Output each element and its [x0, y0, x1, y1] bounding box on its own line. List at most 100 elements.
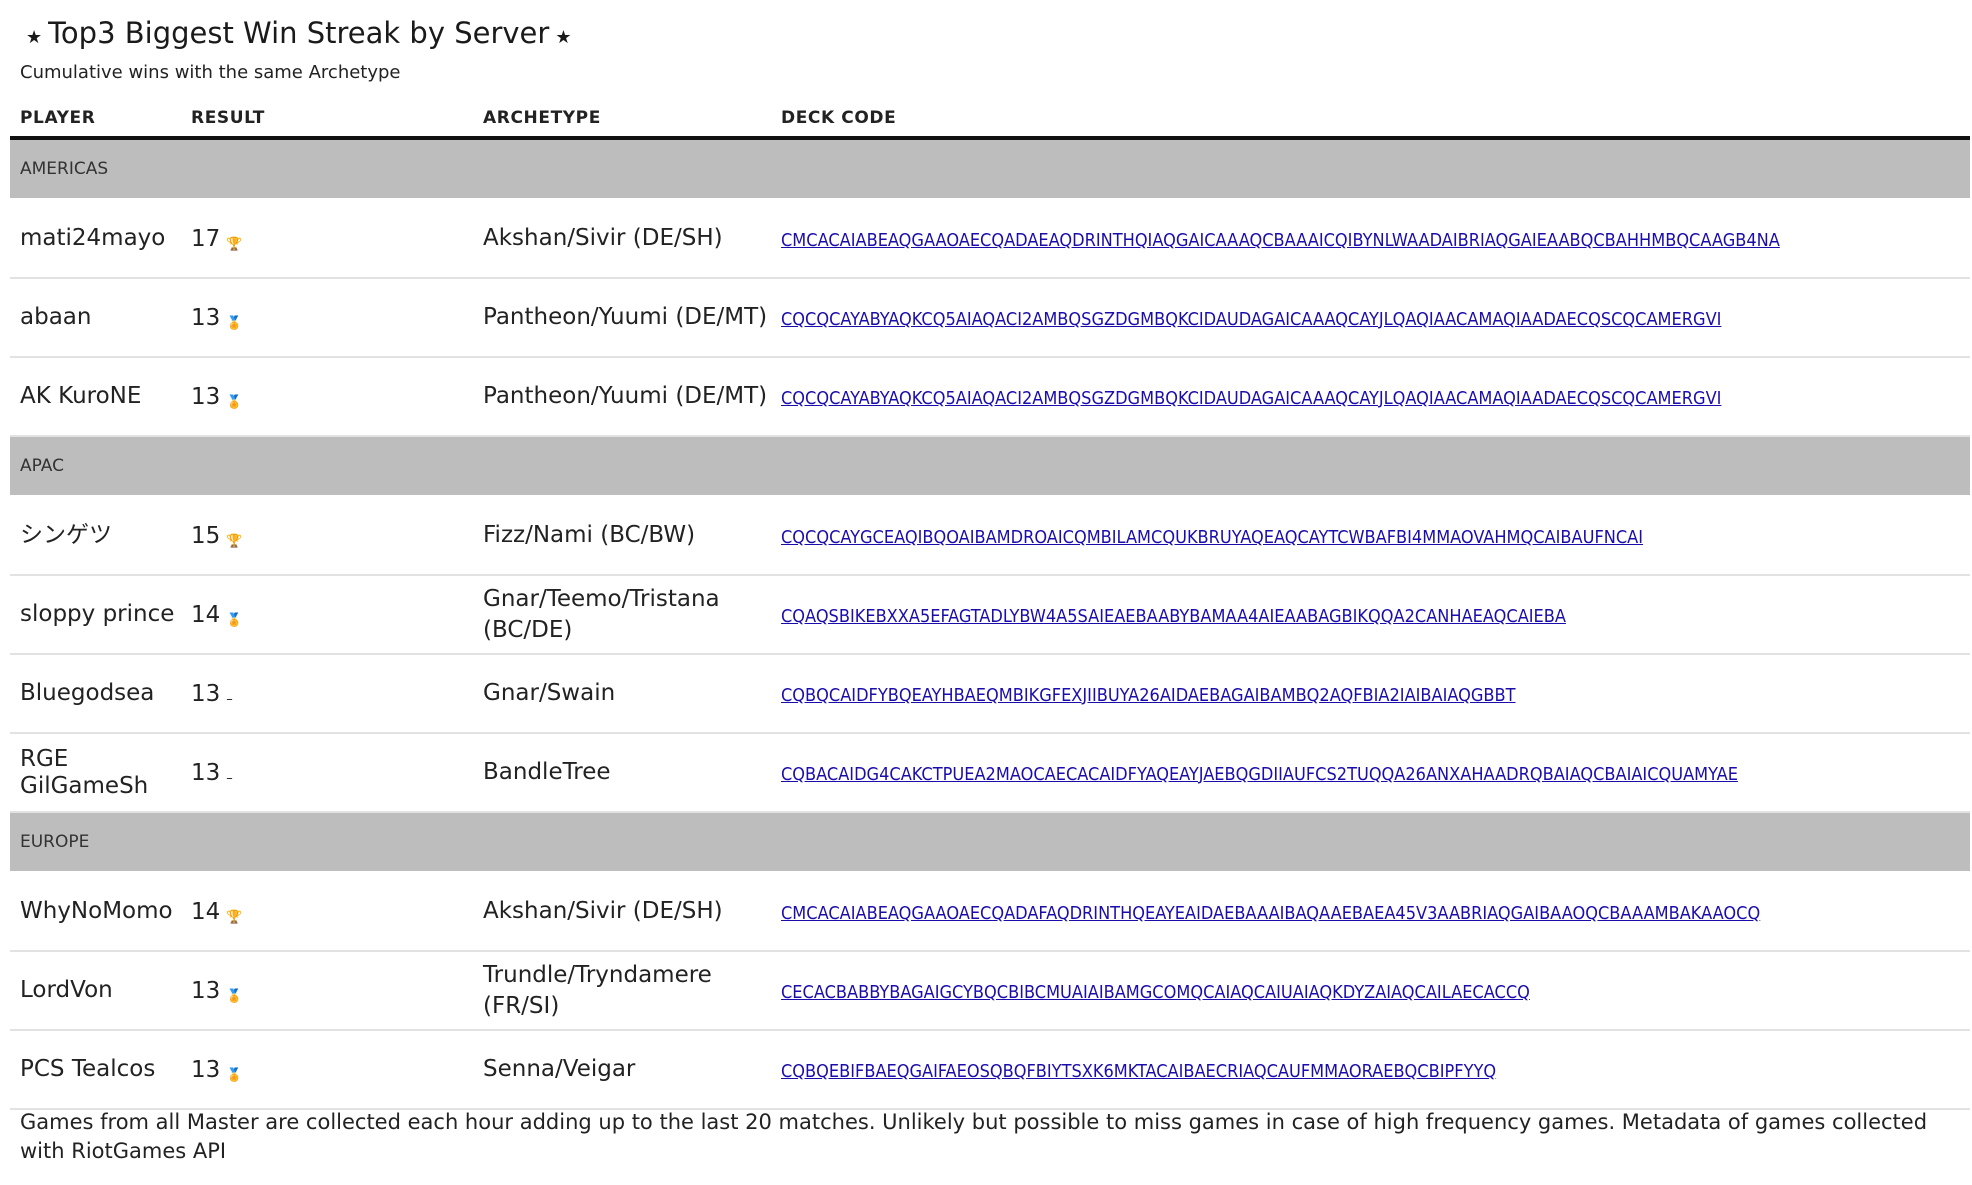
deck-code-cell: CQCQCAYABYAQKCQ5AIAQACI2AMBQSGZDGMBQKCID… — [771, 357, 1970, 437]
result-cell: 14 🏅 — [181, 575, 473, 655]
archetype-name: Akshan/Sivir (DE/SH) — [473, 199, 771, 279]
deck-code-link[interactable]: CMCACAIABEAQGAAOAECQADAEAQDRINTHQIAQGAIC… — [781, 230, 1780, 251]
server-group-row: EUROPE — [10, 812, 1970, 873]
player-name: mati24mayo — [10, 199, 181, 279]
result-value: 15 — [191, 522, 221, 549]
medal-icon: 🏅 — [226, 1067, 243, 1083]
column-header-archetype: ARCHETYPE — [473, 100, 771, 140]
result-cell: 13 🏅 — [181, 951, 473, 1031]
archetype-name: Pantheon/Yuumi (DE/MT) — [473, 357, 771, 437]
result-value: 13 — [191, 977, 221, 1004]
table-row: RGE GilGameSh 13– BandleTree CQBACAIDG4CAKC… — [10, 733, 1970, 813]
result-cell: 14 🏆 — [181, 872, 473, 952]
server-group-label: APAC — [10, 436, 1970, 497]
page: ★ Top3 Biggest Win Streak by Server ★ Cu… — [0, 0, 1972, 1185]
deck-code-cell: CMCACAIABEAQGAAOAECQADAEAQDRINTHQIAQGAIC… — [771, 199, 1970, 279]
star-icon: ★ — [555, 26, 572, 48]
table-row: abaan 13 🏅 Pantheon/Yuumi (DE/MT) CQCQCAYABY… — [10, 278, 1970, 358]
result-value: 14 — [191, 898, 221, 925]
page-title: Top3 Biggest Win Streak by Server — [48, 16, 550, 50]
deck-code-cell: CQCQCAYABYAQKCQ5AIAQACI2AMBQSGZDGMBQKCID… — [771, 278, 1970, 358]
player-name: WhyNoMomo — [10, 872, 181, 952]
result-value: 17 — [191, 225, 221, 252]
server-group-label: AMERICAS — [10, 138, 1970, 200]
server-group-label: EUROPE — [10, 812, 1970, 873]
result-value: 13 — [191, 304, 221, 331]
deck-code-cell: CMCACAIABEAQGAAOAECQADAFAQDRINTHQEAYEAID… — [771, 872, 1970, 952]
result-cell: 13– — [181, 733, 473, 813]
medal-icon: 🏅 — [226, 988, 243, 1004]
column-header-result: RESULT — [181, 100, 473, 140]
footer-note: Games from all Master are collected each… — [20, 1110, 1928, 1163]
table-row: PCS Tealcos 13 🏅 Senna/Veigar CQBQEBIFBAEQGA… — [10, 1030, 1970, 1110]
player-name: AK KuroNE — [10, 357, 181, 437]
server-group-row: APAC — [10, 436, 1970, 497]
deck-code-cell: CECACBABBYBAGAIGCYBQCBIBCMUAIAIBAMGCOMQC… — [771, 951, 1970, 1031]
result-value: 13 — [191, 1056, 221, 1083]
deck-code-link[interactable]: CQCQCAYABYAQKCQ5AIAQACI2AMBQSGZDGMBQKCID… — [781, 309, 1721, 330]
result-cell: 15 🏆 — [181, 496, 473, 576]
player-name: Bluegodsea — [10, 654, 181, 734]
deck-code-link[interactable]: CMCACAIABEAQGAAOAECQADAFAQDRINTHQEAYEAID… — [781, 903, 1760, 924]
column-header-deck-code: DECK CODE — [771, 100, 1970, 140]
dash-icon: – — [226, 770, 233, 786]
star-icon: ★ — [26, 26, 43, 48]
deck-code-link[interactable]: CECACBABBYBAGAIGCYBQCBIBCMUAIAIBAMGCOMQC… — [781, 982, 1530, 1003]
server-group-row: AMERICAS — [10, 138, 1970, 200]
deck-code-link[interactable]: CQBQEBIFBAEQGAIFAEOSQBQFBIYTSXK6MKTACAIB… — [781, 1061, 1496, 1082]
result-value: 13 — [191, 680, 221, 707]
medal-icon: 🏅 — [226, 315, 243, 331]
player-name: シンゲツ — [10, 496, 181, 576]
archetype-name: Senna/Veigar — [473, 1030, 771, 1110]
medal-icon: 🏅 — [226, 612, 243, 628]
table-row: WhyNoMomo 14 🏆 Akshan/Sivir (DE/SH) CMCACAIA… — [10, 872, 1970, 952]
deck-code-link[interactable]: CQCQCAYGCEAQIBQOAIBAMDROAICQMBILAMCQUKBR… — [781, 527, 1643, 548]
archetype-name: Trundle/Tryndamere (FR/SI) — [473, 951, 771, 1031]
result-value: 13 — [191, 759, 221, 786]
result-cell: 13– — [181, 654, 473, 734]
table-row: Bluegodsea 13– Gnar/Swain CQBQCAIDFYBQEAYHB… — [10, 654, 1970, 734]
medal-icon: 🏅 — [226, 394, 243, 410]
archetype-name: Pantheon/Yuumi (DE/MT) — [473, 278, 771, 358]
table-row: LordVon 13 🏅 Trundle/Tryndamere (FR/SI) CECA… — [10, 951, 1970, 1031]
archetype-name: Gnar/Teemo/Tristana (BC/DE) — [473, 575, 771, 655]
table-row: mati24mayo 17 🏆 Akshan/Sivir (DE/SH) CMCACAI… — [10, 199, 1970, 279]
trophy-icon: 🏆 — [226, 236, 243, 252]
trophy-icon: 🏆 — [226, 533, 243, 549]
deck-code-cell: CQBQCAIDFYBQEAYHBAEQMBIKGFEXJIIBUYA26AID… — [771, 654, 1970, 734]
table-header: PLAYER RESULT ARCHETYPE DECK CODE — [10, 100, 1970, 140]
result-cell: 17 🏆 — [181, 199, 473, 279]
player-name: PCS Tealcos — [10, 1030, 181, 1110]
result-cell: 13 🏅 — [181, 278, 473, 358]
player-name: sloppy prince — [10, 575, 181, 655]
table-row: AK KuroNE 13 🏅 Pantheon/Yuumi (DE/MT) CQCQCA… — [10, 357, 1970, 437]
deck-code-link[interactable]: CQBACAIDG4CAKCTPUEA2MAOCAECACAIDFYAQEAYJ… — [781, 764, 1738, 785]
table-row: シンゲツ 15 🏆 Fizz/Nami (BC/BW) CQCQCAYGCEAQIBQO… — [10, 496, 1970, 576]
deck-code-link[interactable]: CQAQSBIKEBXXA5EFAGTADLYBW4A5SAIEAEBAABYB… — [781, 606, 1566, 627]
player-name: RGE GilGameSh — [10, 733, 181, 813]
result-cell: 13 🏅 — [181, 357, 473, 437]
result-value: 14 — [191, 601, 221, 628]
deck-code-link[interactable]: CQBQCAIDFYBQEAYHBAEQMBIKGFEXJIIBUYA26AID… — [781, 685, 1516, 706]
win-streak-table: PLAYER RESULT ARCHETYPE DECK CODE AMERIC… — [10, 100, 1970, 1110]
dash-icon: – — [226, 691, 233, 707]
page-title-row: ★ Top3 Biggest Win Streak by Server ★ — [20, 16, 577, 50]
archetype-name: BandleTree — [473, 733, 771, 813]
deck-code-link[interactable]: CQCQCAYABYAQKCQ5AIAQACI2AMBQSGZDGMBQKCID… — [781, 388, 1721, 409]
player-name: LordVon — [10, 951, 181, 1031]
table-row: sloppy prince 14 🏅 Gnar/Teemo/Tristana (BC/… — [10, 575, 1970, 655]
deck-code-cell: CQBACAIDG4CAKCTPUEA2MAOCAECACAIDFYAQEAYJ… — [771, 733, 1970, 813]
result-value: 13 — [191, 383, 221, 410]
archetype-name: Akshan/Sivir (DE/SH) — [473, 872, 771, 952]
trophy-icon: 🏆 — [226, 909, 243, 925]
table-body: AMERICAS mati24mayo 17 🏆 Akshan/Sivir (DE/SH… — [10, 138, 1970, 1110]
archetype-name: Fizz/Nami (BC/BW) — [473, 496, 771, 576]
player-name: abaan — [10, 278, 181, 358]
deck-code-cell: CQBQEBIFBAEQGAIFAEOSQBQFBIYTSXK6MKTACAIB… — [771, 1030, 1970, 1110]
deck-code-cell: CQCQCAYGCEAQIBQOAIBAMDROAICQMBILAMCQUKBR… — [771, 496, 1970, 576]
result-cell: 13 🏅 — [181, 1030, 473, 1110]
page-subtitle: Cumulative wins with the same Archetype — [20, 62, 401, 83]
archetype-name: Gnar/Swain — [473, 654, 771, 734]
deck-code-cell: CQAQSBIKEBXXA5EFAGTADLYBW4A5SAIEAEBAABYB… — [771, 575, 1970, 655]
column-header-player: PLAYER — [10, 100, 181, 140]
